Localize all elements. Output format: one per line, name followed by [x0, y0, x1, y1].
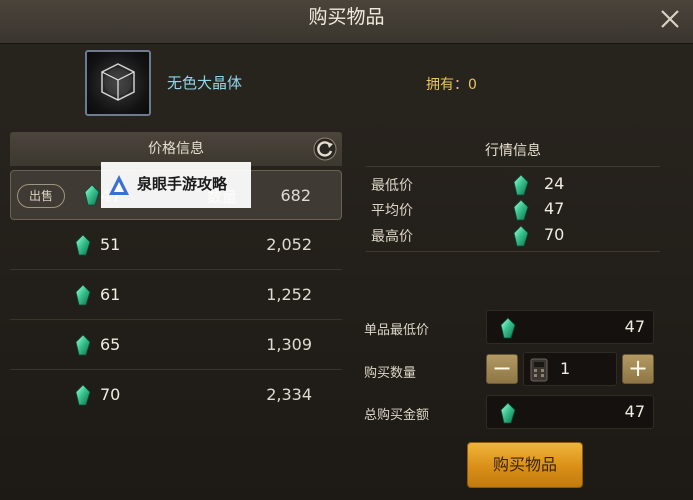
- price-info-title: 价格信息: [148, 141, 204, 157]
- price-row[interactable]: 51 2,052: [10, 220, 342, 270]
- unit-min-price-field: 47: [486, 310, 654, 344]
- refresh-icon: [313, 137, 337, 161]
- close-button[interactable]: [655, 4, 685, 34]
- quantity-value: 1,309: [266, 335, 312, 354]
- min-price-label: 最低价: [371, 178, 413, 194]
- total-amount-value: 47: [624, 402, 645, 421]
- gem-icon: [75, 284, 91, 306]
- quantity-decrease-button[interactable]: −: [486, 354, 518, 384]
- min-price-value: 24: [544, 174, 565, 193]
- gem-icon: [84, 184, 100, 206]
- price-value: 61: [100, 285, 121, 304]
- price-row[interactable]: 61 1,252: [10, 270, 342, 320]
- price-value: 51: [100, 235, 121, 254]
- avg-price-label: 平均价: [371, 203, 413, 219]
- unit-min-price-label: 单品最低价: [364, 323, 430, 338]
- quantity-value: 2,052: [266, 235, 312, 254]
- avg-price-value: 47: [544, 199, 565, 218]
- market-info-title: 行情信息: [485, 143, 541, 159]
- quantity-value: 1,252: [266, 285, 312, 304]
- calculator-icon: [530, 358, 548, 382]
- price-value: 70: [100, 385, 121, 404]
- close-icon: [661, 10, 679, 28]
- gem-icon: [75, 384, 91, 406]
- price-value: 65: [100, 335, 121, 354]
- refresh-button[interactable]: [312, 136, 338, 162]
- price-list-header: 价格信息: [10, 132, 342, 166]
- gem-icon: [513, 174, 529, 196]
- total-amount-label: 总购买金额: [364, 408, 430, 423]
- gem-icon: [75, 334, 91, 356]
- purchase-dialog: 购买物品 无色大晶体 拥有：0 价格信息 出售 682 51 2,052 61 …: [0, 0, 693, 500]
- price-row[interactable]: 65 1,309: [10, 320, 342, 370]
- divider: [366, 251, 660, 252]
- quantity-value: 682: [280, 186, 311, 205]
- buy-button[interactable]: 购买物品: [467, 442, 583, 488]
- watermark-logo-icon: [109, 175, 129, 195]
- owned-count: 拥有：0: [426, 77, 477, 93]
- gem-icon: [500, 317, 516, 339]
- item-name: 无色大晶体: [167, 74, 243, 92]
- watermark-overlay: 泉眼手游攻略: [101, 162, 251, 208]
- item-icon: [85, 50, 151, 116]
- quantity-value: 2,334: [266, 385, 312, 404]
- unit-min-price-value: 47: [624, 317, 645, 336]
- watermark-text: 泉眼手游攻略: [137, 175, 228, 193]
- gem-icon: [513, 199, 529, 221]
- gem-icon: [75, 234, 91, 256]
- gem-icon: [513, 225, 529, 247]
- price-row[interactable]: 70 2,334: [10, 370, 342, 420]
- dialog-title: 购买物品: [308, 6, 385, 28]
- dialog-titlebar: 购买物品: [0, 0, 693, 44]
- item-header: 无色大晶体 拥有：0: [0, 44, 693, 124]
- quantity-value: 1: [560, 359, 571, 378]
- quantity-increase-button[interactable]: +: [622, 354, 654, 384]
- max-price-value: 70: [544, 225, 565, 244]
- crystal-cube-icon: [101, 63, 135, 101]
- gem-icon: [500, 402, 516, 424]
- divider: [366, 166, 660, 167]
- quantity-label: 购买数量: [364, 366, 417, 381]
- quantity-input[interactable]: 1: [523, 352, 617, 386]
- max-price-label: 最高价: [371, 229, 413, 245]
- total-amount-field: 47: [486, 395, 654, 429]
- sell-badge: 出售: [17, 184, 65, 208]
